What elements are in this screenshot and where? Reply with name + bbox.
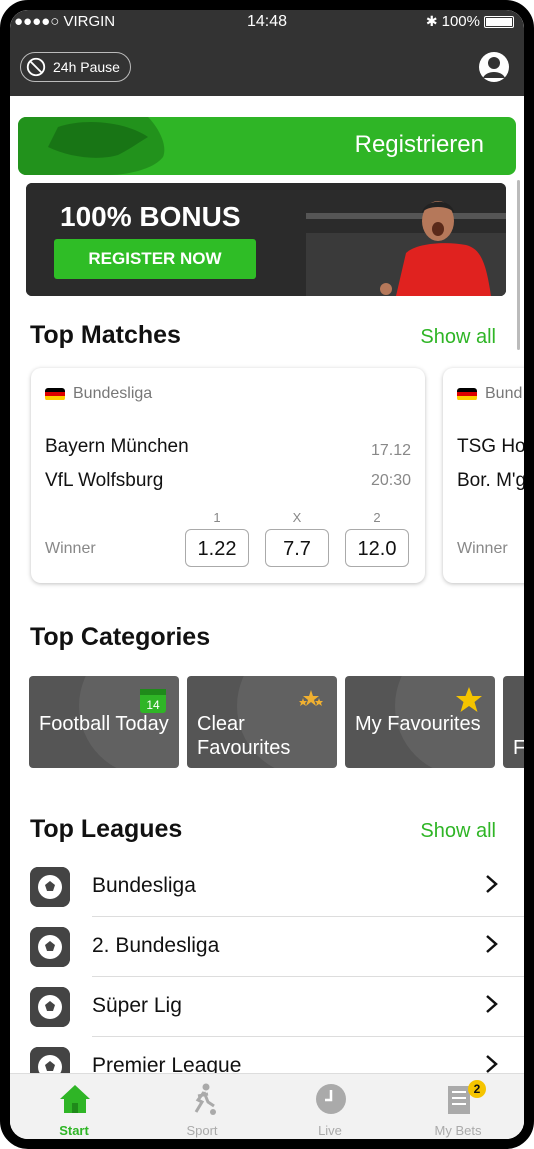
tab-label: Live: [318, 1123, 342, 1138]
top-matches-title: Top Matches: [30, 321, 181, 349]
soccer-ball-icon: [30, 987, 70, 1027]
odd-button-x[interactable]: 7.7: [265, 529, 329, 567]
player-image: [380, 201, 491, 296]
league-row[interactable]: Süper Lig: [30, 977, 524, 1037]
league-name: Süper Lig: [92, 994, 182, 1017]
block-icon: [26, 57, 46, 77]
bluetooth-icon: ✱: [425, 13, 438, 29]
register-label: Registrieren: [354, 131, 484, 158]
league-name: Bundesliga: [92, 874, 196, 897]
tab-live[interactable]: Live: [266, 1074, 394, 1139]
category-label: Football Today: [39, 713, 169, 735]
league-name: 2. Bundesliga: [92, 934, 220, 957]
category-label: My Favourites: [355, 713, 481, 735]
league-name: Bundesliga: [73, 385, 153, 402]
away-team: Bor. M'g: [457, 470, 524, 491]
top-leagues-show-all[interactable]: Show all: [420, 820, 496, 843]
tab-bar: Start Sport Live 2 My Bets: [10, 1073, 524, 1139]
lion-icon: [18, 117, 165, 175]
chevron-right-icon: [486, 935, 498, 953]
category-my-favourites[interactable]: My Favourites: [345, 676, 495, 768]
germany-flag-icon: [457, 387, 477, 401]
market-label: Winner: [45, 540, 96, 557]
soccer-player-icon: [194, 1083, 216, 1115]
battery-icon: [484, 15, 514, 28]
category-partial[interactable]: F: [503, 676, 524, 768]
home-icon: [60, 1085, 90, 1113]
top-leagues-title: Top Leagues: [30, 815, 183, 843]
register-banner[interactable]: Registrieren: [18, 117, 516, 175]
device-frame: ●●●●○ VIRGIN 14:48 ✱ 100% 24h Pause Regi: [0, 0, 534, 1149]
home-team: Bayern München: [45, 436, 189, 457]
odd-label-x: X: [292, 510, 302, 525]
category-label: F: [513, 737, 524, 759]
tab-my-bets[interactable]: 2 My Bets: [394, 1074, 522, 1139]
soccer-ball-icon: [30, 927, 70, 967]
tab-label: My Bets: [434, 1123, 482, 1138]
category-label: Clear Favourites: [197, 713, 291, 759]
tab-sport[interactable]: Sport: [138, 1074, 266, 1139]
soccer-ball-icon: [30, 867, 70, 907]
away-team: VfL Wolfsburg: [45, 470, 164, 491]
profile-icon[interactable]: [478, 51, 510, 83]
bets-count-badge: 2: [468, 1080, 486, 1098]
chevron-right-icon: [486, 995, 498, 1013]
pause-label: 24h Pause: [53, 59, 120, 75]
top-categories-title: Top Categories: [30, 623, 211, 651]
chevron-right-icon: [486, 1055, 498, 1073]
league-name: Bund: [485, 385, 523, 402]
match-time: 20:30: [370, 472, 411, 489]
category-clear-favourites[interactable]: Clear Favourites: [187, 676, 337, 768]
clock-icon: [316, 1084, 346, 1114]
league-row[interactable]: Bundesliga: [30, 857, 524, 917]
chevron-right-icon: [486, 875, 498, 893]
pause-button[interactable]: 24h Pause: [20, 52, 131, 82]
app-header: 24h Pause: [10, 34, 524, 96]
battery-percent: 100%: [441, 13, 480, 30]
register-now-button[interactable]: REGISTER NOW: [54, 239, 256, 279]
top-matches-show-all[interactable]: Show all: [420, 326, 496, 349]
status-bar: ●●●●○ VIRGIN 14:48 ✱ 100%: [10, 10, 524, 34]
bonus-title: 100% BONUS: [60, 201, 241, 232]
match-league: Bundesliga: [45, 385, 152, 403]
germany-flag-icon: [45, 387, 65, 401]
calendar-day: 14: [146, 698, 160, 712]
tab-start[interactable]: Start: [10, 1074, 138, 1139]
stars-icon: [299, 690, 323, 706]
star-icon: [456, 687, 482, 712]
tab-label: Start: [59, 1123, 89, 1138]
market-label: Winner: [457, 540, 508, 557]
odd-label-2: 2: [373, 510, 381, 525]
match-league: Bund: [457, 385, 522, 403]
screen: ●●●●○ VIRGIN 14:48 ✱ 100% 24h Pause Regi: [10, 10, 524, 1139]
bonus-banner[interactable]: 100% BONUS REGISTER NOW: [26, 183, 506, 296]
calendar-icon: 14: [140, 689, 166, 713]
scroll-indicator: [517, 180, 520, 350]
status-right: ✱ 100%: [426, 13, 514, 30]
match-card[interactable]: Bundesliga Bayern München VfL Wolfsburg …: [31, 368, 425, 583]
odd-label-1: 1: [213, 510, 221, 525]
odd-button-2[interactable]: 12.0: [345, 529, 409, 567]
category-football-today[interactable]: 14 Football Today: [29, 676, 179, 768]
tab-label: Sport: [186, 1123, 218, 1138]
league-row[interactable]: 2. Bundesliga: [30, 917, 524, 977]
home-team: TSG Ho: [457, 436, 524, 457]
odd-button-1[interactable]: 1.22: [185, 529, 249, 567]
match-date: 17.12: [370, 442, 411, 459]
match-card[interactable]: Bund TSG Ho Bor. M'g Winner: [443, 368, 524, 583]
